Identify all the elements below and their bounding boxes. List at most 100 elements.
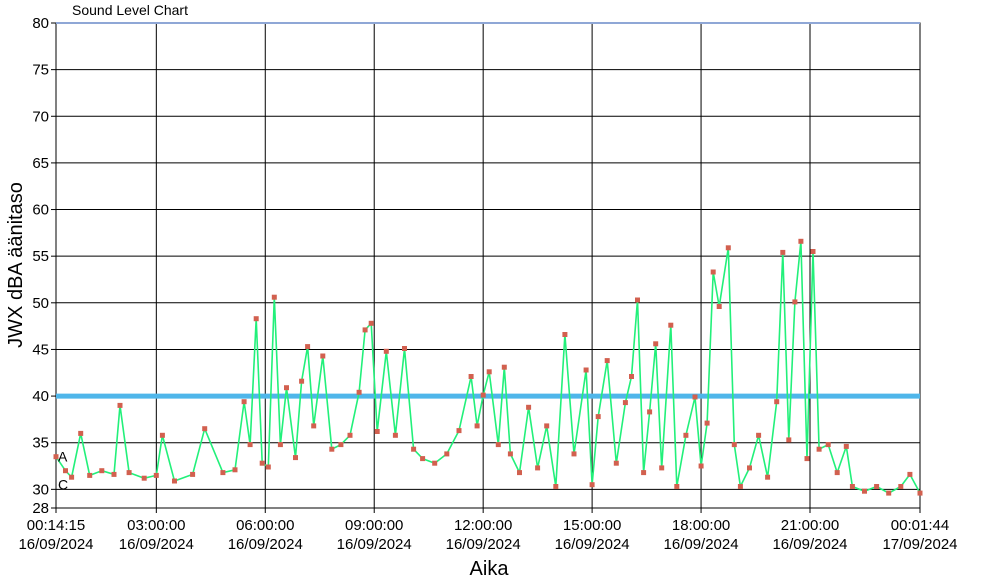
data-point [232,467,238,473]
x-tick-label: 12:00:00 [454,517,512,534]
data-point [87,472,93,478]
y-tick-label: 70 [32,108,49,125]
data-point [786,437,792,443]
data-point [825,442,831,448]
data-point [874,484,880,489]
x-tick-date: 17/09/2024 [882,536,957,553]
data-point [613,460,619,466]
data-point [159,432,165,438]
data-point [141,475,147,481]
y-tick-label: 60 [32,202,49,219]
data-point [635,297,640,303]
y-tick-label: 80 [32,15,49,32]
data-point [571,451,577,457]
data-point [710,269,716,275]
level-marker-c: C [58,477,68,493]
data-point [172,478,177,484]
x-tick-date: 16/09/2024 [228,536,303,553]
data-point [374,429,380,434]
data-point [765,474,771,480]
data-point [780,249,786,255]
y-tick-label: 35 [32,435,49,452]
data-point [495,442,501,448]
data-point [247,442,253,448]
data-point [816,446,822,452]
data-point [659,465,665,471]
data-point [653,341,659,347]
data-point [725,245,731,251]
data-point [480,392,486,398]
data-point [553,484,559,489]
data-point [486,369,492,375]
data-point [886,490,892,496]
data-point [731,442,737,448]
data-point [293,455,298,461]
data-point [535,465,541,471]
data-point [338,442,344,448]
level-marker-a: A [58,449,68,465]
y-tick-label: 28 [32,500,49,517]
data-point [641,470,647,476]
data-point [420,456,426,462]
data-point [126,470,132,476]
data-point [265,464,271,470]
x-tick-date: 16/09/2024 [337,536,412,553]
data-point [583,367,589,373]
x-tick-date: 16/09/2024 [555,536,630,553]
data-point [798,238,804,244]
data-point [241,399,247,405]
chart-title: Sound Level Chart [72,2,188,18]
data-point [356,389,362,395]
x-tick-date: 16/09/2024 [18,536,93,553]
x-tick-label: 18:00:00 [672,517,730,534]
y-tick-label: 40 [32,388,49,405]
x-tick-label: 00:01:44 [891,517,949,534]
data-point [63,468,68,474]
data-point [432,460,438,466]
x-tick-label: 06:00:00 [236,517,294,534]
data-point [311,423,317,429]
data-point [674,484,680,489]
x-tick-date: 16/09/2024 [119,536,194,553]
plot-area-fill [56,23,920,508]
data-point [629,374,634,379]
data-point [792,299,798,305]
data-point [456,428,462,434]
plot-area [56,23,920,508]
data-point [692,394,698,400]
y-tick-label: 75 [32,62,49,79]
data-point [69,474,75,480]
x-tick-label: 00:14:15 [27,517,85,534]
y-tick-label: 45 [32,341,49,358]
data-point [604,358,610,364]
data-point [544,423,550,429]
x-axis-title: Aika [470,558,510,580]
data-point [253,316,259,322]
data-point [271,294,277,300]
data-point [507,451,513,457]
data-point [111,471,117,477]
data-point [804,456,810,462]
data-point [284,385,289,391]
data-point [392,432,398,438]
data-point [834,470,840,476]
data-point [411,446,417,452]
data-point [562,332,568,337]
data-point [305,344,311,350]
y-tick-label: 50 [32,295,49,312]
x-tick-label: 21:00:00 [781,517,839,534]
x-tick-date: 16/09/2024 [446,536,521,553]
x-tick-date: 16/09/2024 [772,536,847,553]
data-point [716,304,722,309]
data-point [468,374,474,379]
data-point [117,402,123,408]
data-point [444,451,450,457]
data-point [622,400,628,406]
data-point [259,460,265,466]
y-tick-label: 65 [32,155,49,172]
data-point [862,488,867,494]
data-point [698,463,704,469]
data-point [299,378,305,384]
data-point [362,327,368,333]
data-point [277,442,283,448]
